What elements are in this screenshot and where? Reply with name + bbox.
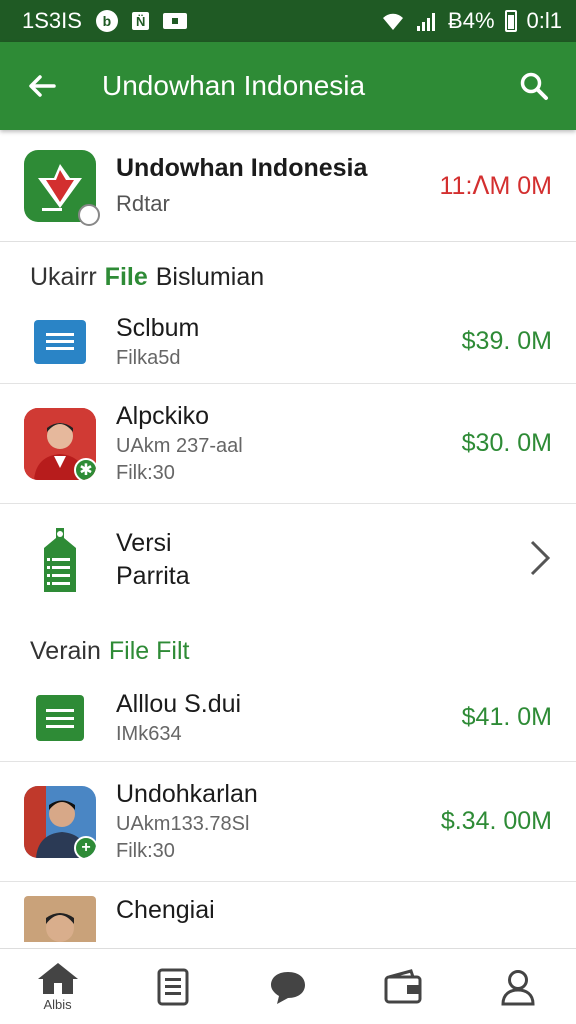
- add-badge-icon: ✱: [74, 457, 96, 480]
- item-subtitle: UAkm 237-aal: [116, 435, 243, 457]
- chat-bubble-icon: [270, 971, 305, 1004]
- list-item[interactable]: Sclbum Filka5d $39. 0M: [0, 300, 576, 384]
- chevron-right-icon[interactable]: [528, 539, 552, 582]
- battery-icon: [504, 10, 517, 32]
- item-title: Versi: [116, 529, 172, 557]
- settings-badge-icon: [78, 203, 100, 226]
- app-notification-icon: N̈: [131, 12, 150, 30]
- account-amount: 11:ᐱM 0M: [439, 171, 553, 200]
- document-list-icon: [157, 968, 189, 1005]
- profile-icon: [501, 969, 535, 1005]
- list-item[interactable]: Alllou S.dui IMk634 $41. 0M: [0, 674, 576, 762]
- item-title: Sclbum: [116, 313, 200, 342]
- shopping-list-icon: [44, 528, 76, 592]
- add-badge-icon: +: [74, 835, 96, 858]
- item-amount: $41. 0M: [461, 703, 552, 731]
- nav-documents[interactable]: [128, 952, 218, 1022]
- item-amount: $30. 0M: [461, 429, 552, 457]
- item-subtitle-2: Filk:30: [116, 840, 175, 862]
- avatar: ✱: [24, 407, 96, 480]
- app-logo-icon: [24, 149, 100, 226]
- item-title: Alllou S.dui: [116, 689, 242, 718]
- nav-wallet[interactable]: [358, 952, 448, 1022]
- signal-icon: [417, 13, 436, 31]
- list-item[interactable]: Chengiai: [0, 882, 576, 942]
- content-list[interactable]: Undowhan Indonesia Rdtar 11:ᐱM 0M Ukairr…: [0, 130, 576, 948]
- item-subtitle: Filka5d: [116, 346, 181, 369]
- list-item[interactable]: + Undohkarlan UAkm133.78Sl Filk:30 $.34.…: [0, 762, 576, 882]
- status-time-left: 1S3IS: [22, 8, 82, 33]
- wifi-icon: [383, 13, 404, 30]
- account-subtitle: Rdtar: [116, 191, 170, 216]
- account-name: Undowhan Indonesia: [116, 154, 368, 182]
- item-title: Alpckiko: [116, 402, 210, 430]
- account-header[interactable]: Undowhan Indonesia Rdtar 11:ᐱM 0M: [0, 130, 576, 242]
- section-heading-2: Verain File Filt: [0, 616, 576, 674]
- notification-icon: b: [95, 10, 118, 32]
- list-item[interactable]: Versi Parrita: [0, 504, 576, 616]
- item-subtitle-2: Filk:30: [116, 462, 175, 484]
- list-item[interactable]: ✱ Alpckiko UAkm 237-aal Filk:30 $30. 0M: [0, 384, 576, 504]
- message-notification-icon: [163, 13, 188, 29]
- spreadsheet-icon: [36, 694, 84, 741]
- nav-chat[interactable]: [243, 952, 333, 1022]
- section-2-green: File Filt: [108, 637, 190, 665]
- avatar: [24, 896, 96, 942]
- search-icon[interactable]: [514, 66, 554, 106]
- wallet-icon: [384, 968, 422, 1003]
- section-heading-1: Ukairr File Bislumian: [0, 242, 576, 300]
- item-subtitle: IMk634: [116, 722, 182, 745]
- section-1-suffix: Bislumian: [155, 263, 265, 291]
- nav-home[interactable]: Albis: [13, 952, 103, 1022]
- item-subtitle: UAkm133.78Sl: [116, 813, 250, 835]
- status-bar: 1S3IS b N̈ Ƀ4% 0:Ɩ1: [0, 0, 576, 42]
- item-amount: $.34. 00M: [440, 807, 552, 835]
- section-2-prefix: Verain: [30, 637, 101, 665]
- status-time-right: 0:Ɩ1: [526, 8, 562, 33]
- battery-percent: Ƀ4%: [448, 8, 495, 33]
- back-arrow-icon[interactable]: [22, 66, 62, 106]
- nav-home-label: Albis: [43, 997, 72, 1012]
- avatar: +: [24, 785, 96, 858]
- item-amount: $39. 0M: [461, 327, 552, 355]
- item-title: Undohkarlan: [116, 780, 258, 808]
- home-icon: [37, 963, 78, 994]
- app-bar: Undowhan Indonesia: [0, 42, 576, 130]
- app-bar-title: Undowhan Indonesia: [102, 70, 366, 101]
- item-subtitle: Parrita: [116, 562, 190, 590]
- item-title: Chengiai: [116, 896, 215, 924]
- section-1-prefix: Ukairr: [30, 263, 97, 291]
- document-icon: [34, 319, 86, 364]
- section-1-green: File: [104, 263, 148, 291]
- bottom-navigation: Albis: [0, 948, 576, 1024]
- nav-profile[interactable]: [473, 952, 563, 1022]
